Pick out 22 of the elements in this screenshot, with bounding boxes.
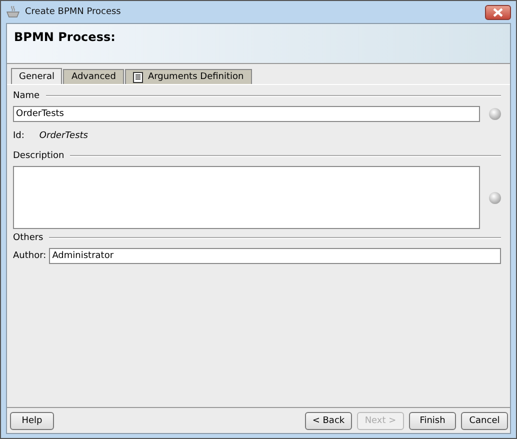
dialog-button[interactable]: Cancel — [461, 412, 508, 430]
header-title: BPMN Process: — [14, 30, 116, 44]
author-field[interactable]: Administrator — [49, 248, 501, 264]
tab[interactable]: Arguments Definition — [124, 69, 252, 84]
dialog-button[interactable]: Help — [10, 412, 54, 430]
name-field[interactable]: OrderTests — [13, 106, 480, 122]
close-icon[interactable] — [493, 8, 503, 16]
dialog-button[interactable]: < Back — [305, 412, 352, 430]
section-title: Others — [13, 233, 44, 243]
cup-icon — [6, 6, 20, 18]
author-label: Author: — [13, 251, 46, 261]
section-title: Description — [13, 151, 64, 161]
description-field[interactable] — [13, 166, 480, 229]
tab[interactable]: Advanced — [63, 69, 124, 84]
dialog-button[interactable]: Finish — [409, 412, 456, 430]
document-icon — [132, 72, 143, 82]
close-button[interactable] — [485, 4, 511, 20]
tab[interactable]: General — [11, 68, 62, 84]
window-title: Create BPMN Process — [25, 7, 121, 17]
id-label: Id: — [13, 131, 24, 141]
id-value: OrderTests — [39, 131, 88, 141]
section-title: Name — [13, 91, 40, 101]
